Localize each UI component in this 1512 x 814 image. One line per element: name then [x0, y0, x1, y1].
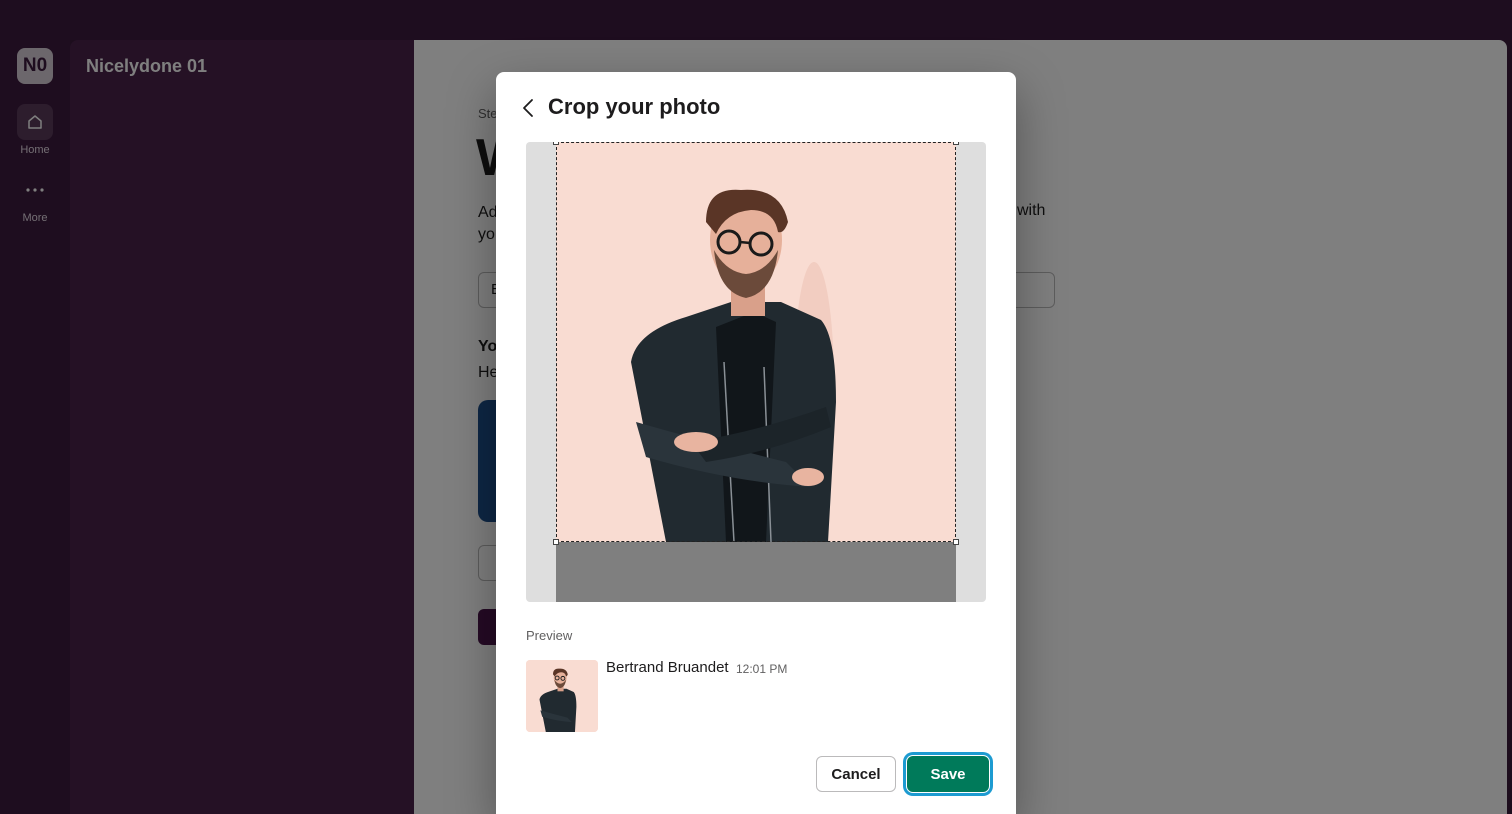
- crop-selection[interactable]: [553, 142, 959, 545]
- crop-handle-bottom-right[interactable]: [953, 539, 959, 545]
- crop-overflow-region: [556, 542, 956, 602]
- save-button[interactable]: Save: [907, 756, 989, 792]
- dialog-title: Crop your photo: [548, 94, 721, 119]
- cancel-button[interactable]: Cancel: [816, 756, 896, 792]
- preview-avatar: [526, 660, 598, 732]
- preview-photo-illustration: [526, 660, 598, 732]
- chevron-left-icon: [523, 99, 533, 117]
- crop-canvas[interactable]: [526, 142, 986, 602]
- crop-handle-top-right[interactable]: [953, 142, 959, 145]
- crop-handle-bottom-left[interactable]: [553, 539, 559, 545]
- crop-photo-dialog: Crop your photo Preview Bertrand Bruande…: [496, 72, 1016, 814]
- back-button[interactable]: [516, 94, 540, 122]
- preview-timestamp: 12:01 PM: [736, 662, 788, 676]
- crop-handle-top-left[interactable]: [553, 142, 559, 145]
- preview-label: Preview: [526, 628, 573, 643]
- preview-display-name: Bertrand Bruandet: [606, 659, 729, 676]
